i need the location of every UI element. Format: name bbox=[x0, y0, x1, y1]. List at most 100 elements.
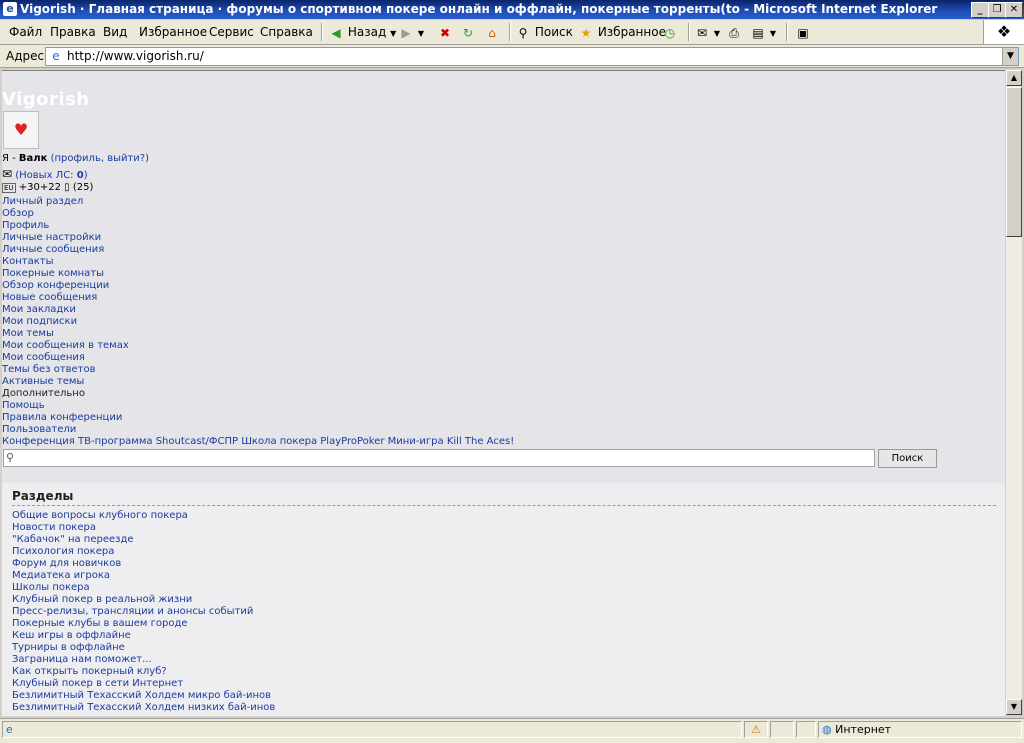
address-url: http://www.vigorish.ru/ bbox=[67, 49, 204, 63]
magnifier-icon: ⚲ bbox=[6, 451, 15, 464]
site-search-input[interactable]: ⚲ bbox=[3, 449, 875, 467]
forward-button[interactable]: ▶ ▼ bbox=[398, 23, 424, 41]
toolbar-separator bbox=[321, 23, 323, 41]
nav-link-contacts[interactable]: Контакты bbox=[2, 256, 53, 267]
section-link[interactable]: Как открыть покерный клуб? bbox=[12, 666, 167, 677]
nav-list: Личный раздел Обзор Профиль Личные настр… bbox=[2, 196, 514, 448]
menu-tools[interactable]: Сервис bbox=[209, 25, 254, 39]
menu-view[interactable]: Вид bbox=[103, 25, 127, 39]
section-link[interactable]: Безлимитный Техасский Холдем низких бай-… bbox=[12, 702, 275, 713]
site-search-button[interactable]: Поиск bbox=[878, 449, 937, 468]
ie-icon: e bbox=[3, 2, 17, 16]
menu-edit[interactable]: Правка bbox=[50, 25, 96, 39]
address-dropdown-button[interactable]: ▼ bbox=[1002, 48, 1018, 65]
nav-link-help[interactable]: Помощь bbox=[2, 400, 45, 411]
nav-link-subscriptions[interactable]: Мои подписки bbox=[2, 316, 77, 327]
section-link[interactable]: Заграница нам поможет... bbox=[12, 654, 152, 665]
chevron-down-icon: ▼ bbox=[769, 29, 776, 38]
printer-icon: ⎙ bbox=[729, 25, 739, 40]
sections-panel: Разделы Общие вопросы клубного покера Но… bbox=[2, 483, 1005, 716]
section-link[interactable]: Турниры в оффлайне bbox=[12, 642, 125, 653]
menu-help[interactable]: Справка bbox=[260, 25, 313, 39]
nav-link-new-posts[interactable]: Новые сообщения bbox=[2, 292, 97, 303]
new-pm-link[interactable]: (Новых ЛС: 0) bbox=[15, 170, 87, 181]
windows-logo-icon: ❖ bbox=[983, 20, 1024, 44]
avatar[interactable]: ♥ bbox=[3, 111, 39, 149]
book-icon: ▯ bbox=[64, 182, 70, 193]
profile-logout-link[interactable]: (профиль, выйти?) bbox=[51, 153, 149, 164]
close-button[interactable]: ✕ bbox=[1005, 2, 1023, 18]
nav-link-my-posts-in-topics[interactable]: Мои сообщения в темах bbox=[2, 340, 129, 351]
page-status-icon: e bbox=[6, 723, 13, 736]
nav-link-my-posts[interactable]: Мои сообщения bbox=[2, 352, 85, 363]
section-link[interactable]: Безлимитный Техасский Холдем микро бай-и… bbox=[12, 690, 271, 701]
research-button[interactable]: ▣ bbox=[795, 23, 811, 41]
nav-link-my-topics[interactable]: Мои темы bbox=[2, 328, 54, 339]
stop-button[interactable]: ✖ bbox=[437, 23, 453, 41]
page-icon: e bbox=[52, 49, 60, 63]
scroll-thumb[interactable] bbox=[1006, 87, 1022, 237]
mail-icon: ✉ bbox=[696, 25, 708, 40]
nav-link-conference-row[interactable]: Конференция ТВ-программа Shoutcast/ФСПР … bbox=[2, 436, 514, 447]
home-button[interactable]: ⌂ bbox=[484, 23, 500, 41]
toolbar-separator bbox=[786, 23, 788, 41]
refresh-icon: ↻ bbox=[462, 25, 474, 40]
status-bar: e ⚠ ◍ Интернет bbox=[0, 718, 1024, 743]
section-link[interactable]: Пресс-релизы, трансляции и анонсы событи… bbox=[12, 606, 253, 617]
reputation-count: (25) bbox=[72, 182, 94, 193]
section-link[interactable]: Общие вопросы клубного покера bbox=[12, 510, 188, 521]
print-button[interactable]: ⎙ bbox=[726, 23, 742, 41]
section-link[interactable]: Покерные клубы в вашем городе bbox=[12, 618, 188, 629]
favorites-button[interactable]: ★ Избранное bbox=[578, 23, 666, 41]
zone-pane: ◍ Интернет bbox=[818, 721, 1022, 738]
nav-link-unanswered[interactable]: Темы без ответов bbox=[2, 364, 96, 375]
divider bbox=[12, 505, 996, 506]
section-link[interactable]: "Кабачок" на переезде bbox=[12, 534, 134, 545]
scroll-down-button[interactable]: ▼ bbox=[1006, 699, 1022, 715]
warning-icon: ⚠ bbox=[751, 723, 761, 736]
edit-button[interactable]: ▤ ▼ bbox=[750, 23, 776, 41]
menu-file[interactable]: Файл bbox=[9, 25, 42, 39]
menu-toolbar: Файл Правка Вид Избранное Сервис Справка… bbox=[0, 20, 1024, 45]
reputation-line: EU +30+22 ▯ (25) bbox=[2, 182, 93, 193]
back-button[interactable]: ◀ Назад ▼ bbox=[328, 23, 396, 41]
section-link[interactable]: Форум для новичков bbox=[12, 558, 121, 569]
section-link[interactable]: Психология покера bbox=[12, 546, 114, 557]
nav-link-personal[interactable]: Личный раздел bbox=[2, 196, 83, 207]
minimize-button[interactable]: _ bbox=[971, 2, 989, 18]
chevron-down-icon: ▼ bbox=[390, 29, 397, 38]
section-link[interactable]: Школы покера bbox=[12, 582, 90, 593]
address-bar: Адрес: e http://www.vigorish.ru/ ▼ bbox=[0, 45, 1024, 68]
nav-link-bookmarks[interactable]: Мои закладки bbox=[2, 304, 76, 315]
nav-link-rules[interactable]: Правила конференции bbox=[2, 412, 122, 423]
nav-link-messages[interactable]: Личные сообщения bbox=[2, 244, 104, 255]
nav-link-active-topics[interactable]: Активные темы bbox=[2, 376, 84, 387]
globe-icon: ◍ bbox=[822, 723, 832, 736]
section-link[interactable]: Кеш игры в оффлайне bbox=[12, 630, 131, 641]
window-title-bar: e Vigorish · Главная страница · форумы о… bbox=[0, 0, 1024, 19]
history-button[interactable]: ◷ bbox=[662, 23, 678, 41]
nav-link-settings[interactable]: Личные настройки bbox=[2, 232, 101, 243]
section-link[interactable]: Клубный покер в сети Интернет bbox=[12, 678, 183, 689]
vertical-scrollbar[interactable]: ▲ ▼ bbox=[1006, 70, 1022, 715]
section-link[interactable]: Новости покера bbox=[12, 522, 96, 533]
maximize-button[interactable]: ❐ bbox=[988, 2, 1006, 18]
search-button[interactable]: ⚲ Поиск bbox=[515, 23, 573, 41]
eu-badge-icon: EU bbox=[2, 183, 16, 193]
nav-link-profile[interactable]: Профиль bbox=[2, 220, 49, 231]
envelope-icon: ✉ bbox=[2, 167, 13, 181]
site-logo[interactable]: Vigorish bbox=[2, 89, 90, 110]
nav-link-overview[interactable]: Обзор bbox=[2, 208, 34, 219]
nav-link-forum-overview[interactable]: Обзор конференции bbox=[2, 280, 109, 291]
mail-button[interactable]: ✉ ▼ bbox=[694, 23, 720, 41]
menu-favorites[interactable]: Избранное bbox=[139, 25, 207, 39]
address-input[interactable]: e http://www.vigorish.ru/ ▼ bbox=[45, 47, 1019, 66]
nav-link-users[interactable]: Пользователи bbox=[2, 424, 76, 435]
user-line: Я - Валк (профиль, выйти?) bbox=[2, 153, 150, 164]
refresh-button[interactable]: ↻ bbox=[460, 23, 476, 41]
section-link[interactable]: Медиатека игрока bbox=[12, 570, 110, 581]
section-link[interactable]: Клубный покер в реальной жизни bbox=[12, 594, 192, 605]
nav-link-poker-rooms[interactable]: Покерные комнаты bbox=[2, 268, 104, 279]
research-icon: ▣ bbox=[797, 25, 809, 40]
scroll-up-button[interactable]: ▲ bbox=[1006, 70, 1022, 86]
